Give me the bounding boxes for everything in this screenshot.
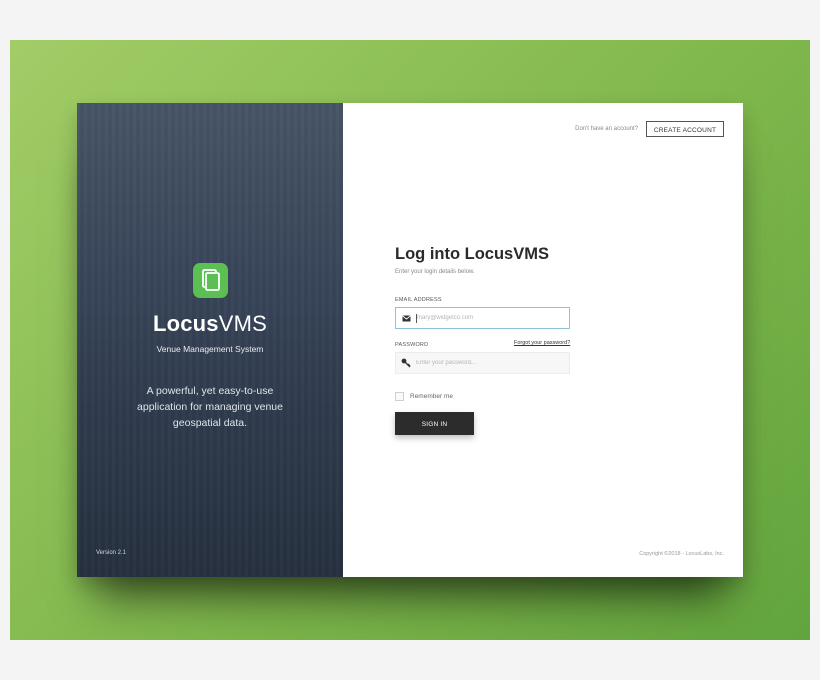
email-input[interactable] (417, 309, 569, 327)
page-subtitle: Enter your login details below. (395, 269, 475, 275)
logo-light-text: VMS (218, 311, 268, 336)
document-copy-icon (193, 263, 228, 298)
email-field[interactable] (395, 307, 570, 329)
page-title: Log into LocusVMS (395, 245, 549, 263)
login-panel: Don't have an account? CREATE ACCOUNT Lo… (343, 103, 743, 577)
login-card: LocusVMS Venue Management System A power… (77, 103, 743, 577)
password-label: PASSWORD (395, 342, 429, 348)
sign-in-button[interactable]: SIGN IN (395, 412, 474, 435)
page-background: LocusVMS Venue Management System A power… (10, 40, 810, 640)
password-input[interactable] (416, 354, 569, 372)
remember-me-label: Remember me (410, 393, 453, 400)
app-logo: LocusVMS (77, 311, 343, 337)
app-subtitle: Venue Management System (156, 344, 264, 354)
logo-bold-text: Locus (152, 311, 219, 336)
remember-me[interactable]: Remember me (395, 392, 453, 401)
email-label: EMAIL ADDRESS (395, 297, 442, 303)
signup-prompt: Don't have an account? (575, 126, 638, 132)
remember-me-checkbox[interactable] (395, 392, 404, 401)
brand-panel: LocusVMS Venue Management System A power… (77, 103, 343, 577)
envelope-icon (396, 308, 416, 328)
key-icon (396, 353, 416, 373)
version-label: Version 2.1 (96, 550, 127, 556)
copyright-text: Copyright ©2018 - LocusLabs, Inc. (639, 551, 724, 557)
password-field[interactable] (395, 352, 570, 374)
app-tagline: A powerful, yet easy-to-use application … (137, 385, 283, 429)
forgot-password-link[interactable]: Forgot your password? (514, 340, 570, 346)
create-account-button[interactable]: CREATE ACCOUNT (646, 121, 724, 137)
